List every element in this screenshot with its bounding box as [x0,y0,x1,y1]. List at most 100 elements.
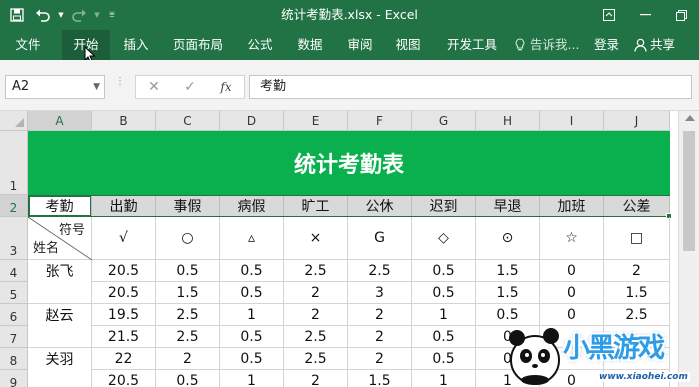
data-cell[interactable]: 2 [284,304,348,326]
symbol-cell[interactable]: G [348,217,412,260]
data-cell[interactable]: 3 [348,282,412,304]
name-box[interactable]: A2 ▼ [5,75,105,99]
data-cell[interactable]: 1.5 [476,282,540,304]
column-header-a[interactable]: A [28,111,92,131]
symbol-cell[interactable]: ○ [156,217,220,260]
name-cell[interactable]: 关羽 [28,348,92,370]
row-header-9[interactable]: 9 [0,370,28,387]
data-cell[interactable]: 2 [284,282,348,304]
row-header-1[interactable]: 1 [0,131,28,195]
worksheet-grid[interactable]: A B C D E F G H I J 1 2 3 4 5 6 7 8 9 统计… [0,111,699,387]
data-cell[interactable]: 0 [476,348,540,370]
name-box-dropdown-icon[interactable]: ▼ [93,76,100,98]
save-icon[interactable] [4,0,30,30]
scroll-thumb[interactable] [683,131,695,251]
symbol-cell[interactable]: □ [604,217,670,260]
tab-data[interactable]: 数据 [288,30,332,60]
data-cell[interactable]: 22 [92,348,156,370]
data-cell[interactable]: 1 [476,370,540,387]
data-cell[interactable]: 0.5 [156,260,220,282]
data-cell[interactable]: 2.5 [284,260,348,282]
ribbon-display-options-icon[interactable] [591,0,627,30]
column-header-j[interactable]: J [604,111,670,131]
data-cell[interactable]: 0 [540,370,604,387]
data-cell[interactable]: 1 [412,370,476,387]
data-cell[interactable]: 20.5 [92,260,156,282]
data-cell[interactable]: 0.5 [412,260,476,282]
data-cell[interactable]: 1.5 [156,282,220,304]
restore-icon[interactable] [663,0,699,30]
name-cell[interactable] [28,326,92,348]
row-header-7[interactable]: 7 [0,326,28,348]
data-cell[interactable]: 0.5 [412,282,476,304]
data-cell[interactable]: 0.5 [412,326,476,348]
symbol-cell[interactable]: ☆ [540,217,604,260]
column-header-c[interactable]: C [156,111,220,131]
data-cell[interactable]: 0 [476,326,540,348]
undo-icon[interactable] [30,0,56,30]
tab-developer[interactable]: 开发工具 [440,30,504,60]
tab-file[interactable]: 文件 [6,30,50,60]
name-cell[interactable] [28,282,92,304]
data-cell[interactable]: 2 [348,348,412,370]
data-cell[interactable]: 1.5 [604,282,670,304]
redo-dropdown-icon[interactable]: ▼ [92,0,102,30]
sign-in-link[interactable]: 登录 [594,30,619,60]
data-cell[interactable]: 1 [220,304,284,326]
column-header-g[interactable]: G [412,111,476,131]
column-header-e[interactable]: E [284,111,348,131]
symbol-cell[interactable]: √ [92,217,156,260]
formula-input[interactable]: 考勤 [249,75,692,99]
data-cell[interactable]: 2 [604,260,670,282]
data-cell[interactable]: 20.5 [92,370,156,387]
data-cell[interactable]: 19.5 [92,304,156,326]
data-cell[interactable]: 1.5 [476,260,540,282]
data-cell[interactable]: 0.5 [220,260,284,282]
data-cell[interactable]: 0.5 [220,326,284,348]
select-all-button[interactable] [0,111,28,131]
tab-insert[interactable]: 插入 [114,30,158,60]
data-cell[interactable]: 2.5 [604,304,670,326]
row-header-2[interactable]: 2 [0,195,28,217]
row-header-4[interactable]: 4 [0,260,28,282]
diagonal-header-cell[interactable]: 符号 姓名 [28,217,92,260]
share-button[interactable]: 共享 [634,30,675,60]
name-cell[interactable]: 张飞 [28,260,92,282]
data-cell[interactable]: 2.5 [348,260,412,282]
header-cell[interactable]: 迟到 [412,195,476,217]
symbol-cell[interactable]: ▵ [220,217,284,260]
data-cell[interactable]: 0 [540,282,604,304]
tab-page-layout[interactable]: 页面布局 [166,30,230,60]
data-cell[interactable]: 1.5 [348,370,412,387]
data-cell[interactable]: 21.5 [92,326,156,348]
data-cell[interactable]: 2.5 [156,326,220,348]
customize-qat-icon[interactable]: ⩸ [102,0,122,30]
scroll-up-icon[interactable] [685,115,695,121]
data-cell[interactable]: 20.5 [92,282,156,304]
header-cell[interactable]: 出勤 [92,195,156,217]
data-cell[interactable] [604,370,670,387]
vertical-scrollbar[interactable] [678,111,699,387]
data-cell[interactable]: 2 [156,348,220,370]
column-header-f[interactable]: F [348,111,412,131]
column-header-b[interactable]: B [92,111,156,131]
insert-function-icon[interactable]: fx [208,80,244,94]
symbol-cell[interactable]: ◇ [412,217,476,260]
data-cell[interactable]: 0.5 [476,304,540,326]
header-cell[interactable]: 早退 [476,195,540,217]
symbol-cell[interactable]: ⊙ [476,217,540,260]
cancel-icon[interactable]: ✕ [136,79,172,95]
header-cell[interactable]: 公差 [604,195,670,217]
data-cell[interactable]: 2 [348,304,412,326]
header-cell[interactable]: 公休 [348,195,412,217]
data-cell[interactable]: 0 [540,304,604,326]
data-cell[interactable] [540,326,604,348]
tab-formulas[interactable]: 公式 [238,30,282,60]
data-cell[interactable]: 1 [220,370,284,387]
row-header-3[interactable]: 3 [0,217,28,260]
data-cell[interactable]: 0.5 [220,348,284,370]
header-cell[interactable]: 考勤 [28,195,92,217]
enter-icon[interactable]: ✓ [172,79,208,95]
redo-icon[interactable] [66,0,92,30]
column-header-i[interactable]: I [540,111,604,131]
